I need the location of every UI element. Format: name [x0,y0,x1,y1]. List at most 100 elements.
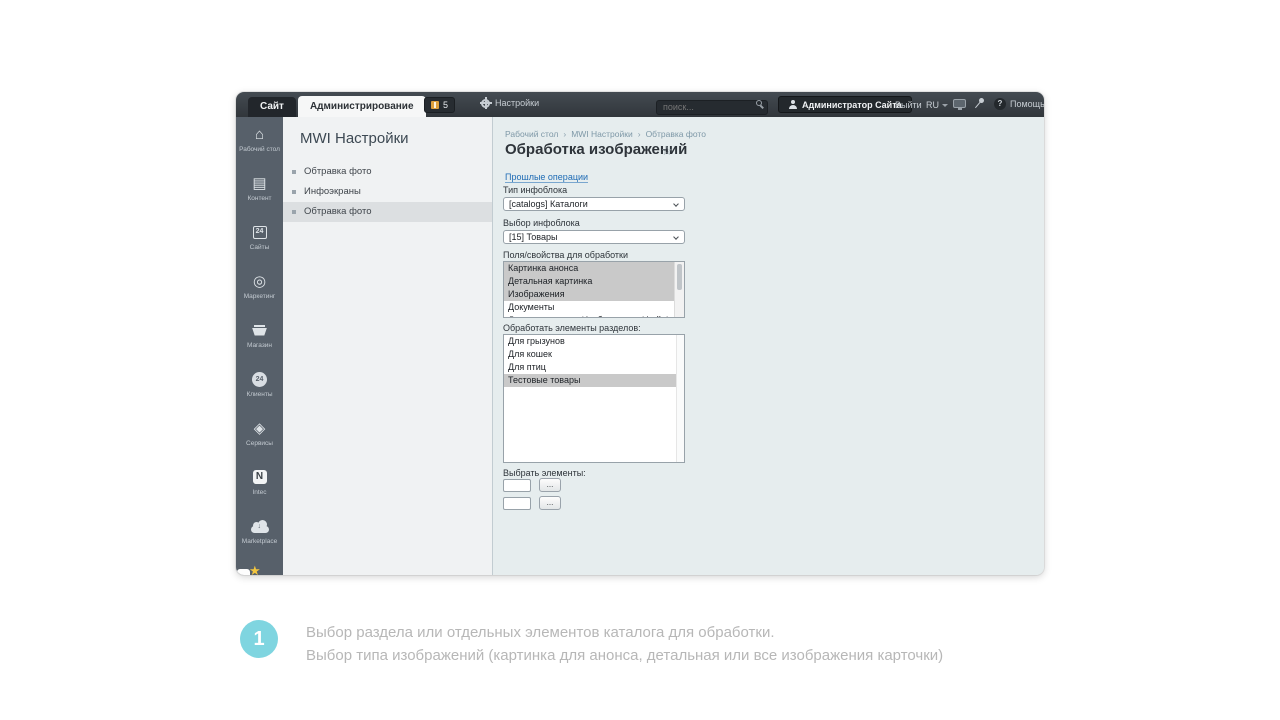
bullet-icon [292,210,296,214]
settings-button[interactable]: Настройки [481,98,539,108]
iblock-type-label: Тип инфоблока [503,185,567,195]
help-button[interactable]: Помощь [994,98,1044,110]
breadcrumb-separator-icon [563,129,566,139]
layers-icon: ◈ [254,421,266,436]
breadcrumb-item[interactable]: MWI Настройки [571,129,633,139]
bullet-icon [292,170,296,174]
iblock-value: [15] Товары [509,232,557,242]
list-option[interactable]: Изображения [504,288,674,301]
updates-badge[interactable]: 5 [424,97,455,113]
main-content: Рабочий стол MWI Настройки Обтравка фото О… [493,117,1044,575]
breadcrumb-separator-icon [638,129,641,139]
sidebar-item-label: Intec [252,489,266,497]
sidebar-item-label: Клиенты [246,391,272,399]
sidebar-item-label: Маркетинг [244,293,276,301]
browse-button-1[interactable]: ... [539,478,561,492]
logout-link[interactable]: Выйти [895,100,922,110]
basket-icon [252,325,267,336]
list-option[interactable]: Для птиц [504,361,684,374]
element-id-input-2[interactable] [503,497,531,510]
chevron-down-icon [673,201,679,207]
iblock-select[interactable]: [15] Товары [503,230,685,244]
iblock-label: Выбор инфоблока [503,218,580,228]
user-icon [788,100,797,109]
sidebar-item-label: Контент [247,195,271,203]
list-option[interactable]: Документы [504,301,674,314]
sidebar-item-sites[interactable]: 24 Сайты [236,222,283,271]
language-label: RU [926,100,939,110]
search-input[interactable] [656,100,768,115]
updates-icon [431,101,439,109]
list-option[interactable]: Дополнительные Изображения (файл) [504,314,674,318]
sidebar: ⌂ Рабочий стол ▤ Контент 24 Сайты ◎ Марк… [236,117,283,575]
list-option[interactable]: Детальная картинка [504,275,674,288]
iblock-type-value: [catalogs] Каталоги [509,199,588,209]
list-option[interactable]: Тестовые товары [504,374,684,387]
scrollbar-track[interactable] [676,335,684,462]
scrollbar-thumb[interactable] [677,264,682,290]
element-picker-row: ... [503,478,561,492]
menu-title: MWI Настройки [300,130,492,147]
sidebar-item-label: Marketplace [242,538,277,546]
sidebar-item-label: Сервисы [246,440,273,448]
breadcrumb-item[interactable]: Обтравка фото [646,129,706,139]
sidebar-item-marketing[interactable]: ◎ Маркетинг [236,271,283,320]
search-icon [756,100,762,106]
props-label: Поля/свойства для обработки [503,250,628,260]
sections-listbox: Для грызунов Для кошек Для птиц Тестовые… [503,334,685,463]
iblock-type-select[interactable]: [catalogs] Каталоги [503,197,685,211]
sidebar-item-store[interactable]: Магазин [236,320,283,369]
top-bar: Сайт Администрирование 5 Настройки Админ… [236,92,1044,117]
search-box [656,97,768,112]
sidebar-item-marketplace[interactable]: ↓ Marketplace [236,516,283,565]
scrollbar[interactable] [674,262,684,317]
user-menu[interactable]: Администратор Сайта [778,96,912,113]
breadcrumb: Рабочий стол MWI Настройки Обтравка фото [505,129,706,139]
menu-item-infoscreens[interactable]: Инфоэкраны [283,182,492,202]
browse-button-2[interactable]: ... [539,496,561,510]
intec-logo-icon: N [253,470,267,484]
help-label: Помощь [1010,99,1044,109]
annotation-text: Выбор раздела или отдельных элементов ка… [306,621,986,667]
target-icon: ◎ [253,274,266,289]
sidebar-item-label: Рабочий стол [239,146,280,154]
tab-admin[interactable]: Администрирование [298,96,426,117]
sidebar-item-desktop[interactable]: ⌂ Рабочий стол [236,124,283,173]
sidebar-item-clients[interactable]: 24 Клиенты [236,369,283,418]
document-icon: ▤ [252,176,266,191]
element-picker-row: ... [503,496,561,510]
breadcrumb-item[interactable]: Рабочий стол [505,129,558,139]
settings-label: Настройки [495,98,539,108]
cloud-download-icon: ↓ [251,526,269,533]
bullet-icon [292,190,296,194]
language-switcher[interactable]: RU [926,100,948,110]
pin-icon[interactable] [978,97,985,104]
support-24-icon: 24 [252,372,267,387]
elements-label: Выбрать элементы: [503,468,586,478]
sidebar-item-content[interactable]: ▤ Контент [236,173,283,222]
site-view-icon[interactable] [953,99,966,108]
list-option[interactable]: Для грызунов [504,335,684,348]
list-option[interactable]: Для кошек [504,348,684,361]
tab-site[interactable]: Сайт [248,97,296,117]
favorites-star-icon[interactable]: ★ [249,563,261,575]
past-operations-link[interactable]: Прошлые операции [505,172,588,183]
annotation-line-2: Выбор типа изображений (картинка для ано… [306,644,986,667]
menu-item-crop-photo-1[interactable]: Обтравка фото [283,162,492,182]
updates-count: 5 [443,100,448,110]
element-id-input-1[interactable] [503,479,531,492]
menu-item-crop-photo-2[interactable]: Обтравка фото [283,202,492,222]
favorite-star-icon[interactable]: ☆ [661,143,673,159]
chevron-down-icon [942,104,948,107]
top-tabs: Сайт Администрирование [248,96,426,117]
sidebar-item-label: Сайты [250,244,270,252]
annotation-number-badge: 1 [240,620,278,658]
list-option[interactable]: Картинка анонса [504,262,674,275]
annotation-line-1: Выбор раздела или отдельных элементов ка… [306,621,986,644]
menu-item-label: Обтравка фото [304,206,372,217]
sidebar-item-label: Магазин [247,342,272,350]
help-icon [994,98,1006,110]
sidebar-item-intec[interactable]: N Intec [236,467,283,516]
calendar-24-icon: 24 [253,226,267,239]
sidebar-item-services[interactable]: ◈ Сервисы [236,418,283,467]
